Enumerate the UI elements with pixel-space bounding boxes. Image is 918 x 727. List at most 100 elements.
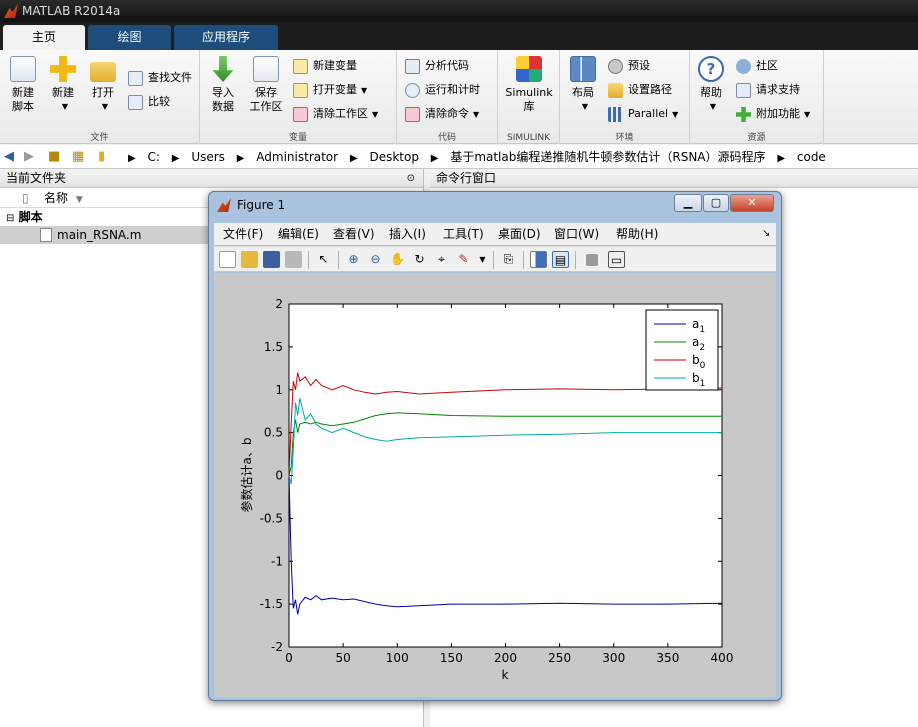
set-path-button[interactable]: 设置路径 — [608, 80, 672, 100]
open-variable-icon — [293, 83, 308, 98]
compare-button[interactable]: 比较 — [128, 92, 170, 112]
maximize-button[interactable]: ▢ — [703, 194, 729, 212]
legend-icon[interactable]: ▤ — [552, 251, 569, 268]
import-data-label: 导入 数据 — [212, 86, 234, 113]
simulink-library-button[interactable]: Simulink 库 — [502, 56, 556, 114]
column-name-label: 名称 — [44, 191, 69, 205]
new-script-label: 新建 脚本 — [12, 86, 34, 113]
print-icon[interactable] — [285, 251, 302, 268]
menu-desktop[interactable]: 桌面(D) — [498, 223, 541, 245]
save-icon[interactable] — [263, 251, 280, 268]
hide-plot-tools-icon[interactable] — [586, 254, 598, 266]
y-tick-label: -1 — [271, 554, 283, 568]
zoom-in-icon[interactable]: ⊕ — [345, 251, 362, 268]
save-workspace-button[interactable]: 保存 工作区 — [246, 56, 286, 114]
menu-edit[interactable]: 编辑(E) — [278, 223, 319, 245]
menu-file[interactable]: 文件(F) — [223, 223, 263, 245]
clear-commands-icon — [405, 107, 420, 122]
y-tick-label: 0.5 — [264, 426, 283, 440]
run-and-time-button[interactable]: 运行和计时 — [405, 80, 480, 100]
open-file-icon[interactable] — [241, 251, 258, 268]
minimize-button[interactable]: ▁ — [674, 194, 702, 212]
chevron-right-icon: ▶ — [236, 153, 245, 164]
resources-group: ? 帮助 ▼ 社区 请求支持 附加功能 ▼ 资源 — [690, 50, 824, 144]
find-files-button[interactable]: 查找文件 — [128, 68, 192, 88]
tab-home[interactable]: 主页 — [3, 25, 85, 50]
simulink-library-label: Simulink 库 — [505, 86, 553, 113]
menu-tools[interactable]: 工具(T) — [443, 223, 484, 245]
close-button[interactable]: ✕ — [730, 194, 774, 212]
add-ons-button[interactable]: 附加功能 ▼ — [736, 104, 810, 124]
new-variable-button[interactable]: 新建变量 — [293, 56, 357, 76]
show-plot-tools-icon[interactable]: ▭ — [608, 251, 625, 268]
menu-help[interactable]: 帮助(H) — [616, 223, 658, 245]
menu-window[interactable]: 窗口(W) — [554, 223, 599, 245]
rotate-3d-icon[interactable]: ↻ — [411, 251, 428, 268]
panel-menu-icon[interactable]: ⊙ — [407, 169, 415, 188]
tab-apps[interactable]: 应用程序 — [174, 25, 278, 50]
new-figure-icon[interactable] — [219, 251, 236, 268]
analyze-code-button[interactable]: 分析代码 — [405, 56, 469, 76]
browse-folder-icon[interactable]: ▦ — [72, 145, 84, 169]
preferences-button[interactable]: 预设 — [608, 56, 650, 76]
clear-commands-button[interactable]: 清除命令 ▼ — [405, 104, 479, 124]
chevron-down-icon: ▼ — [101, 102, 109, 111]
chevron-down-icon: ▼ — [804, 110, 811, 119]
toolbar-separator — [575, 251, 576, 269]
open-button[interactable]: 打开 ▼ — [86, 56, 120, 114]
app-title: MATLAB R2014a — [22, 4, 121, 18]
pan-icon[interactable]: ✋ — [389, 251, 406, 268]
clear-workspace-icon — [293, 107, 308, 122]
chevron-down-icon: ▼ — [581, 102, 589, 111]
clear-workspace-button[interactable]: 清除工作区 ▼ — [293, 104, 378, 124]
import-data-button[interactable]: 导入 数据 — [206, 56, 240, 114]
data-cursor-icon[interactable]: ⌖ — [433, 251, 450, 268]
clear-commands-label: 清除命令 — [425, 107, 469, 120]
breadcrumb-item[interactable]: code — [797, 150, 826, 164]
link-plot-icon[interactable]: ⎘ — [500, 251, 517, 268]
new-button[interactable]: 新建 ▼ — [46, 56, 80, 114]
open-variable-button[interactable]: 打开变量 ▼ — [293, 80, 367, 100]
chevron-down-icon: ▼ — [473, 110, 480, 119]
colorbar-icon[interactable] — [530, 251, 547, 268]
menu-view[interactable]: 查看(V) — [333, 223, 375, 245]
toolbar-separator — [338, 251, 339, 269]
dock-arrow-icon[interactable]: ↘ — [762, 223, 770, 245]
breadcrumb-item[interactable]: 基于matlab编程递推随机牛顿参数估计（RSNA）源码程序 — [450, 150, 765, 164]
brush-icon[interactable]: ✎ — [455, 251, 472, 268]
chevron-down-icon: ▼ — [372, 110, 379, 119]
set-path-label: 设置路径 — [628, 83, 672, 96]
request-support-button[interactable]: 请求支持 — [736, 80, 800, 100]
parallel-button[interactable]: Parallel ▼ — [608, 104, 678, 124]
breadcrumb-item[interactable]: C: — [148, 150, 160, 164]
tab-plots[interactable]: 绘图 — [88, 25, 171, 50]
chevron-down-icon[interactable]: ▼ — [474, 251, 491, 268]
line-chart: 0 50 100 150 200 250 300 350 400 -2 -1.5 -1 -0.5 0 0.5… — [239, 297, 733, 682]
environment-group-label: 环境 — [615, 133, 634, 143]
breadcrumb-item[interactable]: Administrator — [256, 150, 338, 164]
chevron-down-icon: ▼ — [61, 102, 69, 111]
figure-title-bar[interactable]: Figure 1 ▁ ▢ ✕ — [209, 192, 781, 219]
save-workspace-label: 保存 工作区 — [249, 86, 283, 113]
new-script-button[interactable]: 新建 脚本 — [6, 56, 40, 114]
community-button[interactable]: 社区 — [736, 56, 778, 76]
y-tick-label: 0 — [275, 469, 283, 483]
pointer-icon[interactable]: ↖ — [315, 251, 332, 268]
breadcrumb-item[interactable]: Desktop — [369, 150, 419, 164]
current-folder-title: 当前文件夹 — [6, 171, 67, 185]
parallel-label: Parallel — [628, 107, 669, 120]
forward-arrow-icon[interactable]: ▶ — [24, 145, 34, 169]
folder-icon — [608, 83, 623, 98]
menu-insert[interactable]: 插入(I) — [389, 223, 426, 245]
layout-button[interactable]: 布局 ▼ — [566, 56, 600, 114]
legend: a1a2b0b1 — [645, 309, 719, 391]
collapse-icon[interactable]: ⊟ — [6, 213, 14, 224]
breadcrumb-item[interactable]: Users — [191, 150, 225, 164]
request-support-label: 请求支持 — [756, 83, 800, 96]
x-tick-label: 150 — [440, 651, 463, 665]
find-files-icon — [128, 71, 143, 86]
help-button[interactable]: ? 帮助 ▼ — [696, 56, 726, 114]
up-folder-icon[interactable]: ■ — [48, 145, 60, 169]
back-arrow-icon[interactable]: ◀ — [4, 145, 14, 169]
zoom-out-icon[interactable]: ⊖ — [367, 251, 384, 268]
